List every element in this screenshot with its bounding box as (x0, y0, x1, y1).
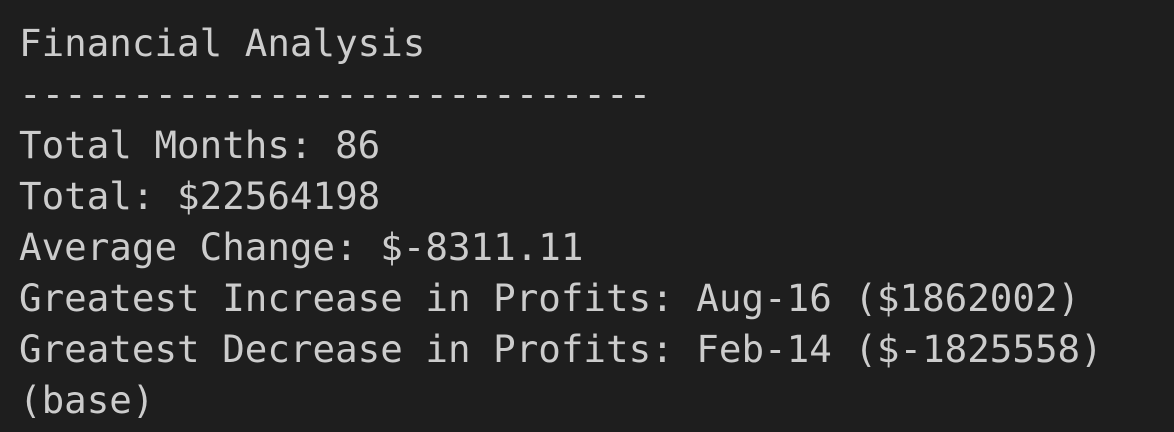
terminal-output[interactable]: Financial Analysis ---------------------… (0, 0, 1174, 432)
output-line-separator: ---------------------------- (19, 72, 652, 116)
prompt-line: (base) (19, 378, 155, 422)
output-line-title: Financial Analysis (19, 21, 426, 65)
output-line-total: Total: $22564198 (19, 174, 381, 218)
output-line-greatest-increase: Greatest Increase in Profits: Aug-16 ($1… (19, 276, 1081, 320)
output-line-total-months: Total Months: 86 (19, 123, 381, 167)
output-line-average-change: Average Change: $-8311.11 (19, 225, 584, 269)
output-line-greatest-decrease: Greatest Decrease in Profits: Feb-14 ($-… (19, 327, 1103, 371)
